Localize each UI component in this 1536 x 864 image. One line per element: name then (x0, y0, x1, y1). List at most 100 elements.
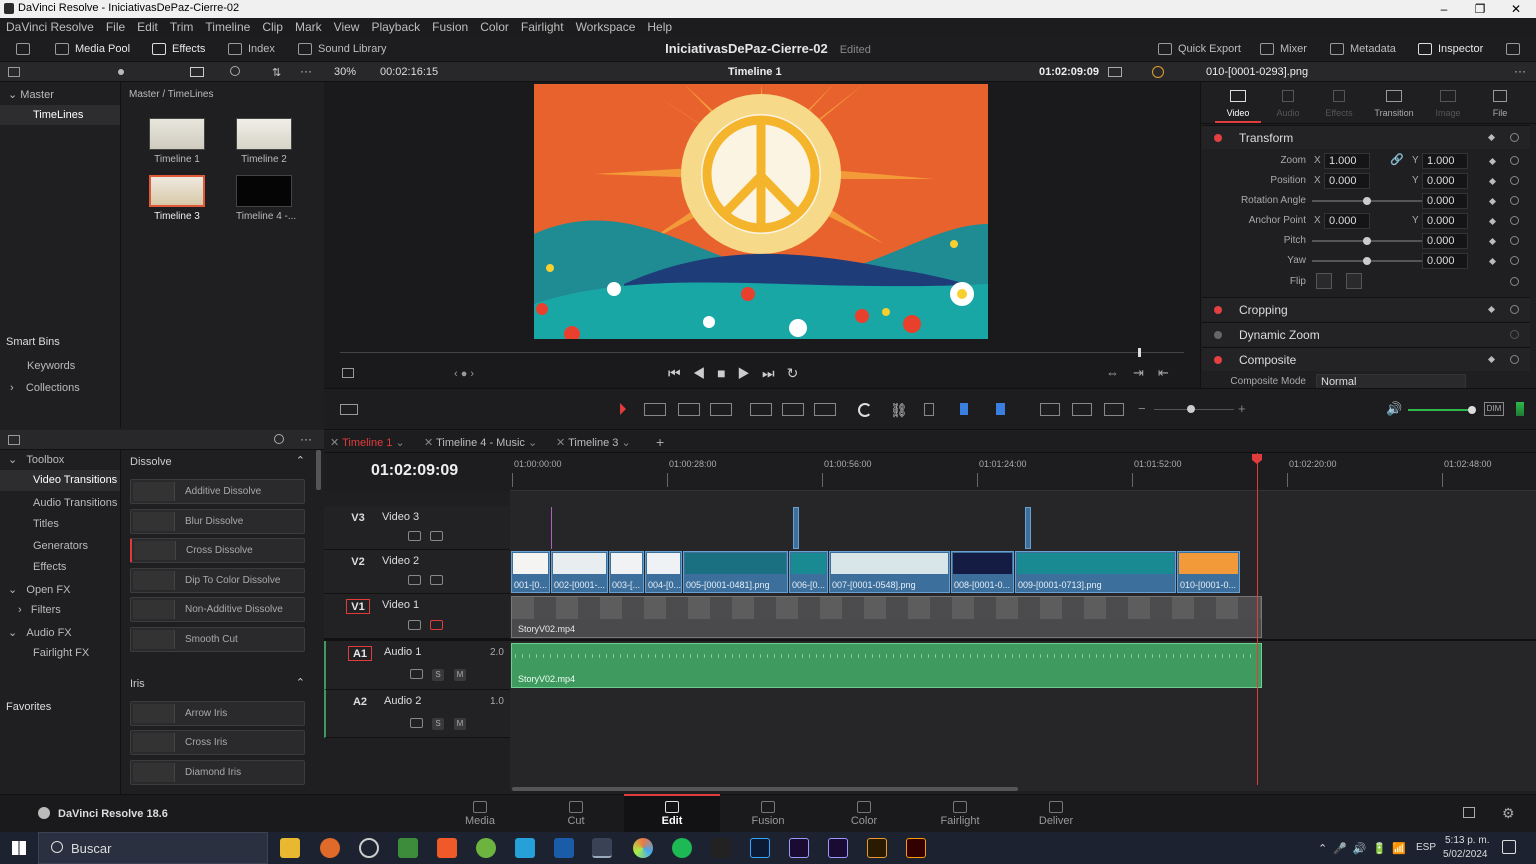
flip-reset-icon[interactable] (1510, 277, 1519, 286)
match-frame-controls[interactable]: ⇔⇥⇤ (1106, 365, 1183, 381)
page-fusion[interactable]: Fusion (720, 796, 816, 832)
position-y-field[interactable]: 0.000 (1422, 173, 1468, 189)
nvidia-icon[interactable] (398, 838, 418, 858)
close-button[interactable]: ✕ (1498, 0, 1534, 18)
volume-icon[interactable]: 🔊 (1386, 401, 1402, 417)
grid-view-icon[interactable] (190, 67, 204, 77)
open-fx-node[interactable]: ⌄ Open FX (8, 583, 70, 596)
v2-auto-select-icon[interactable] (408, 575, 421, 585)
effects-scrollbar[interactable] (316, 450, 321, 490)
a1-mute-button[interactable]: M (454, 669, 466, 681)
minimize-button[interactable]: – (1426, 0, 1462, 18)
layout-icon[interactable] (16, 36, 36, 62)
pitch-field[interactable]: 0.000 (1422, 233, 1468, 249)
app-icon-h[interactable] (554, 838, 574, 858)
menu-view[interactable]: View (328, 18, 366, 36)
a2-mute-button[interactable]: M (454, 718, 466, 730)
v2-clip[interactable]: 010-[0001-0... (1177, 551, 1240, 593)
spotify-icon[interactable] (672, 838, 692, 858)
taskbar-search-box[interactable]: Buscar (38, 832, 268, 864)
v2-clip[interactable]: 009-[0001-0713].png (1015, 551, 1176, 593)
inspector-options-icon[interactable]: ··· (1514, 64, 1526, 78)
v1-disabled-icon[interactable] (430, 620, 443, 630)
inspector-button[interactable]: Inspector (1418, 36, 1483, 62)
yaw-keyframe-icon[interactable] (1488, 257, 1497, 266)
media-item-timeline-4[interactable]: Timeline 4 -... (236, 175, 296, 222)
toolbox-node[interactable]: ⌄ Toolbox (8, 453, 64, 466)
zoom-keyframe-icon[interactable] (1488, 157, 1497, 166)
effect-cross-dissolve[interactable]: Cross Dissolve (130, 538, 305, 563)
more-options-icon[interactable]: ··· (300, 64, 312, 78)
composite-group-header[interactable]: Composite (1202, 347, 1530, 371)
menu-davinci[interactable]: DaVinci Resolve (0, 18, 100, 36)
effects-search-icon[interactable] (274, 434, 284, 444)
blade-tool-icon[interactable] (710, 403, 732, 416)
v2-lock-icon[interactable] (386, 576, 396, 586)
flip-vertical-icon[interactable] (1346, 273, 1362, 289)
v3-clip-b[interactable] (1025, 507, 1031, 549)
timeline-ruler[interactable]: 01:00:00:00 01:00:28:00 01:00:56:00 01:01:2… (510, 453, 1536, 491)
effect-smooth-cut[interactable]: Smooth Cut (130, 627, 305, 652)
timeline-scrollbar[interactable] (512, 787, 1018, 791)
page-deliver[interactable]: Deliver (1008, 796, 1104, 832)
trim-tool-icon[interactable] (644, 403, 666, 416)
cropping-enable-toggle[interactable] (1214, 306, 1222, 314)
display-icon[interactable] (1108, 67, 1122, 77)
tab-close-3[interactable]: ✕ Timeline 3 ⌄ (556, 436, 631, 449)
davinci-taskbar-icon[interactable] (592, 838, 612, 858)
v2-clip[interactable]: 008-[0001-0... (951, 551, 1014, 593)
flip-horizontal-icon[interactable] (1316, 273, 1332, 289)
zoom-out-icon[interactable]: − (1138, 401, 1146, 416)
menu-mark[interactable]: Mark (289, 18, 328, 36)
v2-clip[interactable]: 005-[0001-0481].png (683, 551, 788, 593)
pitch-keyframe-icon[interactable] (1488, 237, 1497, 246)
iris-section-header[interactable]: Iris ⌃ (126, 676, 311, 696)
zoom-detail-icon[interactable] (1072, 403, 1092, 416)
composite-reset-icon[interactable] (1510, 355, 1519, 364)
effect-dip-to-color-dissolve[interactable]: Dip To Color Dissolve (130, 568, 305, 593)
position-lock-icon[interactable] (924, 403, 934, 416)
thumb-size-slider[interactable] (118, 69, 124, 75)
tree-audio-transitions[interactable]: Audio Transitions (33, 497, 117, 509)
tree-video-transitions[interactable]: Video Transitions (0, 470, 120, 491)
photoshop-icon[interactable] (750, 838, 770, 858)
audio-fx-node[interactable]: ⌄ Audio FX (8, 626, 72, 639)
obs-icon[interactable] (359, 838, 379, 858)
zoom-fit-icon[interactable] (1040, 403, 1060, 416)
search-icon[interactable] (230, 66, 240, 76)
smart-bin-collections[interactable]: › Collections (10, 382, 80, 394)
v1-auto-select-icon[interactable] (408, 620, 421, 630)
app-icon-m[interactable] (515, 838, 535, 858)
tree-generators[interactable]: Generators (33, 540, 88, 552)
media-pool-button[interactable]: Media Pool (55, 36, 130, 62)
timeline-view-options-icon[interactable] (340, 404, 358, 415)
tab-transition[interactable]: Transition (1369, 86, 1419, 119)
tree-fairlight-fx[interactable]: Fairlight FX (33, 647, 89, 659)
effect-blur-dissolve[interactable]: Blur Dissolve (130, 509, 305, 534)
home-icon[interactable] (1463, 807, 1475, 818)
media-item-timeline-2[interactable]: Timeline 2 (236, 118, 292, 165)
dynamic-zoom-group-header[interactable]: Dynamic Zoom (1202, 322, 1530, 346)
a1-clip[interactable]: StoryV02.mp4 (511, 643, 1262, 688)
media-item-timeline-1[interactable]: Timeline 1 (149, 118, 205, 165)
v2-clip[interactable]: 006-[0... (789, 551, 828, 593)
menu-help[interactable]: Help (641, 18, 678, 36)
transform-group-header[interactable]: Transform (1202, 125, 1530, 149)
maximize-button[interactable]: ❐ (1462, 0, 1498, 18)
composite-mode-select[interactable]: Normal (1316, 374, 1466, 388)
a1-solo-button[interactable]: S (432, 669, 444, 681)
firefox-icon[interactable] (320, 838, 340, 858)
selection-tool-icon[interactable] (620, 403, 626, 415)
playhead[interactable] (1257, 453, 1258, 785)
effect-diamond-iris[interactable]: Diamond Iris (130, 760, 305, 785)
transport-controls[interactable]: ⏮◀■▶⏭↻ (668, 365, 810, 382)
yaw-slider[interactable] (1312, 257, 1422, 265)
effect-cross-iris[interactable]: Cross Iris (130, 730, 305, 755)
a2-lock-icon[interactable] (388, 719, 398, 729)
menu-file[interactable]: File (100, 18, 131, 36)
a2-auto-select-icon[interactable] (410, 718, 423, 728)
anchor-x-field[interactable]: 0.000 (1324, 213, 1370, 229)
menu-color[interactable]: Color (474, 18, 515, 36)
app-icon-color[interactable] (633, 838, 653, 858)
keyframe-icon[interactable] (1487, 133, 1496, 142)
